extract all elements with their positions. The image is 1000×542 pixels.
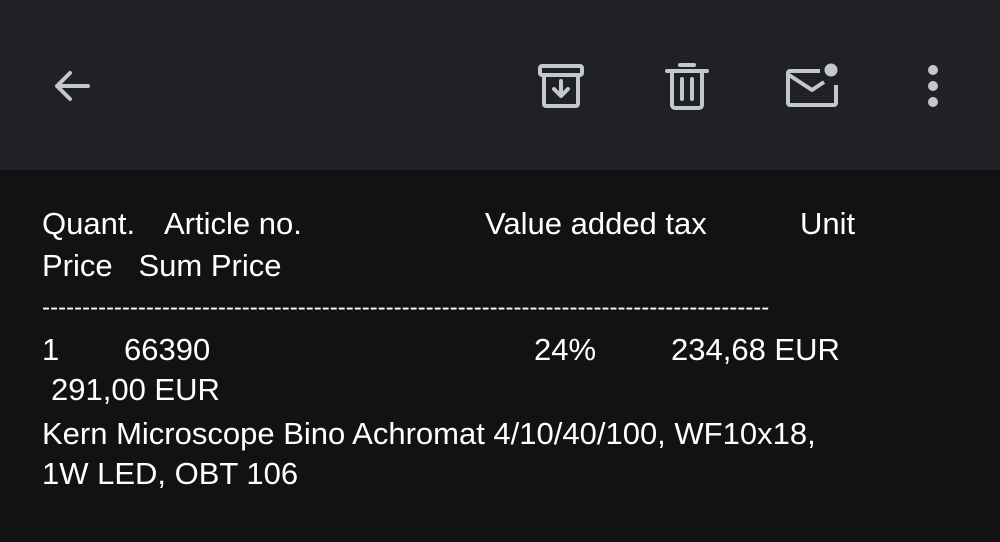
separator-line: ----------------------------------------… bbox=[42, 294, 770, 321]
header-article-no: Article no. bbox=[164, 206, 302, 241]
header-unit: Unit bbox=[800, 206, 856, 241]
row-unit-price: 234,68 EUR bbox=[671, 332, 840, 367]
delete-button[interactable] bbox=[645, 44, 729, 128]
mail-unread-icon bbox=[786, 63, 838, 107]
row-sum-price: 291,00 EUR bbox=[51, 372, 220, 407]
trash-icon bbox=[665, 63, 709, 110]
arrow-left-icon bbox=[55, 71, 90, 101]
item-description-line2: 1W LED, OBT 106 bbox=[42, 456, 299, 491]
more-options-button[interactable] bbox=[891, 44, 975, 128]
archive-icon bbox=[538, 64, 584, 108]
row-quant: 1 bbox=[42, 332, 60, 367]
app-toolbar bbox=[0, 0, 1000, 170]
row-article-no: 66390 bbox=[124, 332, 211, 367]
back-button[interactable] bbox=[30, 44, 114, 128]
item-description-line1: Kern Microscope Bino Achromat 4/10/40/10… bbox=[42, 416, 816, 451]
mark-unread-button[interactable] bbox=[771, 44, 855, 128]
header-quant: Quant. bbox=[42, 206, 136, 241]
message-body: Quant. Article no. Value added tax Unit … bbox=[0, 170, 1000, 542]
archive-button[interactable] bbox=[519, 44, 603, 128]
header-price-sum: Price Sum Price bbox=[42, 248, 282, 283]
more-vertical-icon bbox=[928, 65, 938, 107]
row-vat: 24% bbox=[534, 332, 597, 367]
header-vat: Value added tax bbox=[485, 206, 707, 241]
